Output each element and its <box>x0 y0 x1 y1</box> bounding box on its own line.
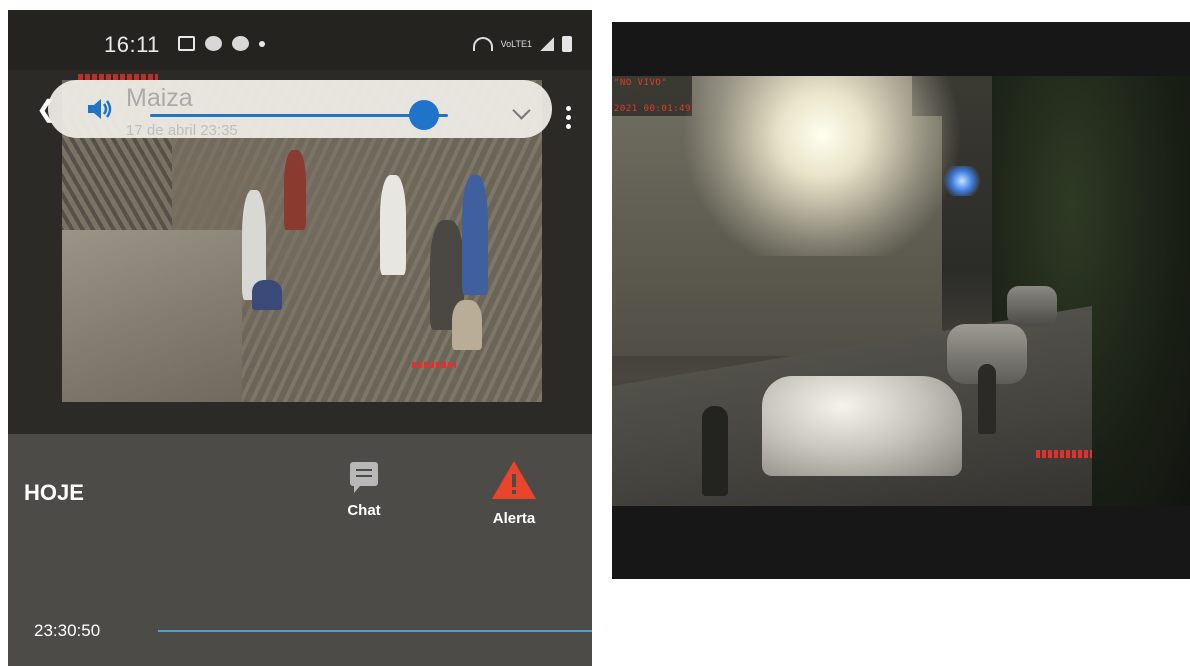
timeline-bar <box>158 630 592 632</box>
video-red-marker <box>412 362 456 368</box>
video-wall <box>62 230 242 402</box>
contact-date: 17 de abril 23:35 <box>126 122 238 139</box>
app-notification-icon <box>205 36 222 51</box>
cctv-car <box>762 376 962 476</box>
cctv-red-marker <box>1036 450 1092 458</box>
alert-button[interactable]: Alerta <box>480 460 548 527</box>
more-options-icon[interactable] <box>566 106 571 129</box>
video-person <box>452 300 482 350</box>
video-person <box>284 150 306 230</box>
back-arrow-icon[interactable]: ❮ <box>36 98 56 122</box>
status-bar: 16:11 VoLTE1 <box>8 10 592 70</box>
chat-label: Chat <box>347 502 381 519</box>
notification-icons <box>178 36 265 51</box>
cctv-frame: "NO VIVO" 2021 00:01:49 <box>612 22 1190 579</box>
cctv-blue-light <box>942 166 982 196</box>
events-panel: HOJE Chat Alerta 23:30:50 <box>8 434 592 666</box>
cctv-timestamp: 2021 00:01:49 <box>614 104 691 114</box>
day-label: HOJE <box>24 480 84 505</box>
volte-label: VoLTE1 <box>500 39 532 49</box>
status-indicators: VoLTE1 <box>472 36 572 52</box>
speaker-icon[interactable] <box>86 96 114 127</box>
status-time: 16:11 <box>104 32 160 57</box>
phone-screenshot: 16:11 VoLTE1 ❮ Maiza 17 de abril 23:35 H… <box>8 10 592 666</box>
volume-overlay <box>48 80 552 138</box>
volume-slider-knob[interactable] <box>409 100 440 130</box>
warning-icon <box>491 460 537 500</box>
contact-name: Maiza <box>126 84 193 112</box>
cctv-light-glare <box>672 76 972 256</box>
video-bag <box>252 280 282 310</box>
chrome-icon <box>232 36 249 51</box>
cctv-car <box>1007 286 1057 326</box>
wifi-icon <box>472 37 493 51</box>
more-notifications-dot <box>259 41 265 47</box>
cctv-image: "NO VIVO" 2021 00:01:49 <box>612 76 1190 506</box>
battery-icon <box>562 36 572 52</box>
cctv-camera-label: "NO VIVO" <box>614 78 668 88</box>
cctv-person <box>702 406 728 496</box>
event-time: 23:30:50 <box>34 621 101 640</box>
signal-icon <box>540 37 554 51</box>
volume-slider-track[interactable] <box>150 114 448 117</box>
chat-icon <box>350 462 378 493</box>
gallery-icon <box>178 36 195 51</box>
chat-button[interactable]: Chat <box>334 462 394 519</box>
alert-label: Alerta <box>492 510 536 527</box>
video-person <box>380 175 406 275</box>
cctv-person <box>978 364 996 434</box>
video-person <box>462 175 488 295</box>
